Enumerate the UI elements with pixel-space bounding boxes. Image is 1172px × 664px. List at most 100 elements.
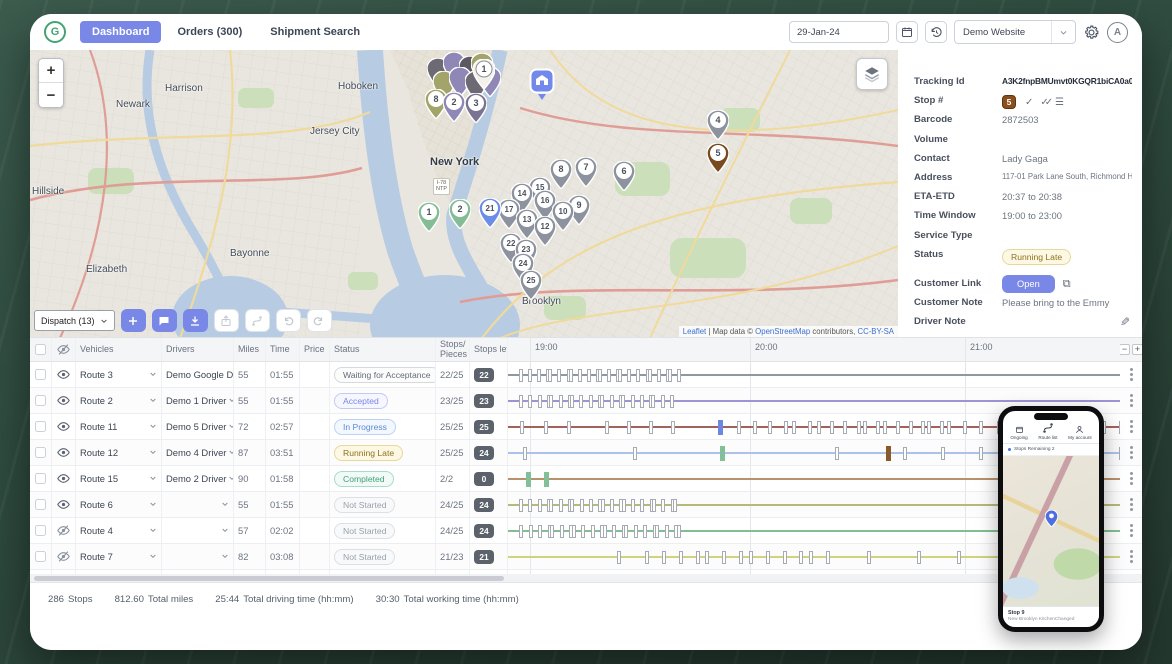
map-marker-8[interactable]: 8 xyxy=(550,159,572,194)
vehicle-select[interactable]: Route 12 xyxy=(76,440,162,465)
phone-nav-route-list[interactable]: Route list xyxy=(1038,422,1057,440)
vehicle-select[interactable]: Route 6 xyxy=(76,492,162,517)
row-checkbox[interactable] xyxy=(35,551,46,562)
eye-icon[interactable] xyxy=(57,394,70,407)
top-navbar: G DashboardOrders (300)Shipment Search 2… xyxy=(30,14,1142,50)
depot-marker[interactable] xyxy=(529,68,555,105)
date-input[interactable]: 29-Jan-24 xyxy=(789,21,889,43)
import-button[interactable] xyxy=(183,309,208,332)
map-marker-12[interactable]: 12 xyxy=(534,216,556,251)
vehicle-select[interactable]: Route 15 xyxy=(76,466,162,491)
driver-select[interactable]: Demo 1 Driver xyxy=(162,388,234,413)
row-checkbox[interactable] xyxy=(35,525,46,536)
phone-stop-sheet[interactable]: Stop 9 New Brooklyn KitchenChanged xyxy=(1003,606,1099,627)
attribution-link[interactable]: OpenStreetMap xyxy=(755,327,810,336)
row-menu-button[interactable] xyxy=(1120,440,1142,465)
driver-select[interactable]: Demo 5 Driver xyxy=(162,414,234,439)
row-checkbox[interactable] xyxy=(35,369,46,380)
svg-text:6: 6 xyxy=(621,166,626,176)
header-checkbox[interactable] xyxy=(30,338,52,361)
zoom-in-button[interactable]: + xyxy=(39,59,63,83)
timeline-cell[interactable] xyxy=(508,362,1120,387)
select-all-checkbox[interactable] xyxy=(35,344,46,355)
map-marker-21[interactable]: 21 xyxy=(479,198,501,233)
stop-tick xyxy=(979,421,983,434)
vehicle-select[interactable]: Route 3 xyxy=(76,362,162,387)
driver-select[interactable] xyxy=(162,492,234,517)
user-avatar[interactable]: A xyxy=(1107,22,1128,43)
row-menu-button[interactable] xyxy=(1120,518,1142,543)
map-marker-7[interactable]: 7 xyxy=(575,157,597,192)
calendar-button[interactable] xyxy=(896,21,918,43)
check-icon[interactable]: ✓ xyxy=(1025,97,1033,108)
stop-tick xyxy=(739,551,743,564)
row-menu-button[interactable] xyxy=(1120,544,1142,569)
row-menu-button[interactable] xyxy=(1120,362,1142,387)
stop-tick xyxy=(941,447,945,460)
driver-select[interactable] xyxy=(162,544,234,569)
phone-nav-my-account[interactable]: My account xyxy=(1068,425,1092,440)
map-marker-2[interactable]: 2 xyxy=(443,92,465,127)
eye-icon[interactable] xyxy=(57,420,70,433)
svg-text:13: 13 xyxy=(523,215,532,224)
driver-select[interactable]: Demo 4 Driver xyxy=(162,440,234,465)
horizontal-scrollbar[interactable] xyxy=(30,574,1142,582)
scrollbar-thumb[interactable] xyxy=(34,576,504,581)
row-menu-button[interactable] xyxy=(1120,492,1142,517)
app-logo-icon[interactable]: G xyxy=(44,21,66,43)
list-icon[interactable]: ☰ xyxy=(1055,97,1064,108)
stop-action-icons[interactable]: ✓✓✓ ☰ xyxy=(1025,97,1064,108)
open-link-button[interactable]: Open xyxy=(1002,275,1055,293)
eye-icon[interactable] xyxy=(57,446,70,459)
map-marker-3[interactable]: 3 xyxy=(465,93,487,128)
tab-orders[interactable]: Orders (300) xyxy=(165,21,254,43)
stops-left-badge: 21 xyxy=(474,550,494,564)
tab-shipment-search[interactable]: Shipment Search xyxy=(258,21,372,43)
eye-off-icon[interactable] xyxy=(57,524,70,537)
row-checkbox[interactable] xyxy=(35,447,46,458)
edit-pencil-icon[interactable]: ✎ xyxy=(1120,315,1130,329)
row-menu-button[interactable] xyxy=(1120,388,1142,413)
row-checkbox[interactable] xyxy=(35,473,46,484)
message-button[interactable] xyxy=(152,309,177,332)
eye-off-icon[interactable] xyxy=(57,550,70,563)
driver-select[interactable]: Demo Google Dr xyxy=(162,362,234,387)
double-check-icon[interactable]: ✓✓ xyxy=(1040,97,1048,108)
zoom-out-button[interactable]: − xyxy=(39,83,63,107)
eye-icon[interactable] xyxy=(57,498,70,511)
eye-icon[interactable] xyxy=(57,472,70,485)
attribution-link[interactable]: CC-BY-SA xyxy=(857,327,894,336)
map-marker-6[interactable]: 6 xyxy=(613,161,635,196)
row-checkbox[interactable] xyxy=(35,395,46,406)
vehicle-select[interactable]: Route 2 xyxy=(76,388,162,413)
attribution-link[interactable]: Leaflet xyxy=(683,327,706,336)
driver-select[interactable]: Demo 2 Driver xyxy=(162,466,234,491)
copy-icon[interactable]: ⧉ xyxy=(1063,278,1071,290)
tab-dashboard[interactable]: Dashboard xyxy=(80,21,161,43)
row-menu-button[interactable] xyxy=(1120,466,1142,491)
layers-button[interactable] xyxy=(856,58,888,90)
eye-icon[interactable] xyxy=(57,368,70,381)
map-marker-1[interactable]: 1 xyxy=(473,59,495,94)
map-marker-2[interactable]: 2 xyxy=(449,199,471,234)
row-menu-button[interactable] xyxy=(1120,414,1142,439)
map-marker-1[interactable]: 1 xyxy=(418,202,440,237)
map-marker-5[interactable]: 5 xyxy=(707,143,729,178)
dispatch-select[interactable]: Dispatch (13) xyxy=(34,310,115,331)
vehicle-select[interactable]: Route 4 xyxy=(76,518,162,543)
site-select[interactable]: Demo Website xyxy=(954,20,1076,44)
row-checkbox[interactable] xyxy=(35,499,46,510)
vehicle-select[interactable]: Route 7 xyxy=(76,544,162,569)
row-checkbox[interactable] xyxy=(35,421,46,432)
map-marker-25[interactable]: 25 xyxy=(520,270,542,305)
settings-gear-icon[interactable] xyxy=(1083,24,1100,41)
map-marker-4[interactable]: 4 xyxy=(707,110,729,145)
timeline-zoom-in-button[interactable]: + xyxy=(1132,344,1142,355)
phone-nav-ongoing[interactable]: Ongoing xyxy=(1010,425,1027,440)
vehicle-select[interactable]: Route 11 xyxy=(76,414,162,439)
timeline-zoom-out-button[interactable]: − xyxy=(1120,344,1130,355)
add-button[interactable] xyxy=(121,309,146,332)
driver-select[interactable] xyxy=(162,518,234,543)
history-button[interactable] xyxy=(925,21,947,43)
map-canvas[interactable]: HarrisonNewarkHobokenJersey CityNew York… xyxy=(30,50,898,338)
